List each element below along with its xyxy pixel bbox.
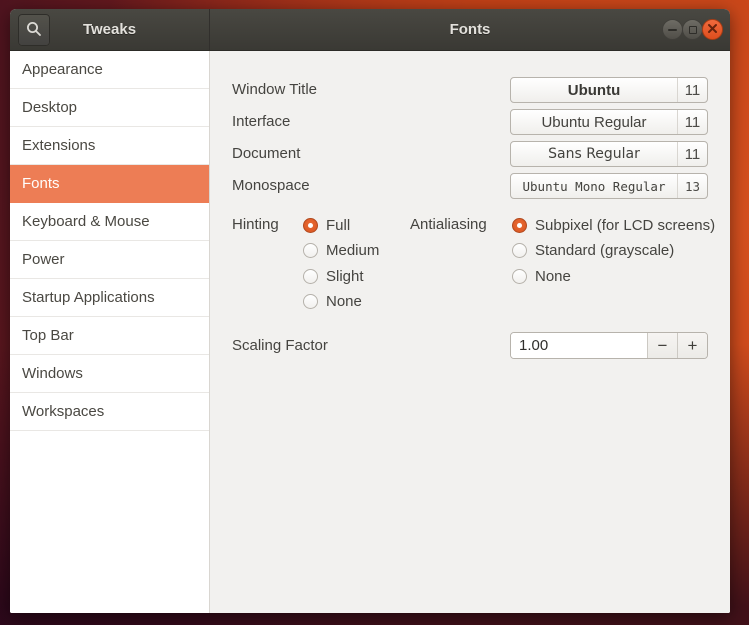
hinting-label: Hinting xyxy=(232,216,279,234)
scaling-factor-input[interactable] xyxy=(511,333,647,358)
font-size: 11 xyxy=(677,110,707,134)
decrease-button[interactable]: − xyxy=(647,333,677,358)
window-title-label: Window Title xyxy=(232,77,317,103)
radio-icon xyxy=(303,218,318,233)
radio-label: Full xyxy=(326,217,350,234)
antialiasing-radio-standard[interactable]: Standard (grayscale) xyxy=(512,241,674,259)
sidebar-item-startup-applications[interactable]: Startup Applications xyxy=(10,279,209,317)
radio-icon xyxy=(512,269,527,284)
document-font-button[interactable]: Sans Regular 11 xyxy=(510,141,708,167)
sidebar-item-appearance[interactable]: Appearance xyxy=(10,51,209,89)
antialiasing-radio-none[interactable]: None xyxy=(512,267,571,285)
font-name: Sans Regular xyxy=(511,142,677,166)
radio-icon xyxy=(512,243,527,258)
tweaks-window: Tweaks Fonts xyxy=(10,9,730,613)
radio-icon xyxy=(303,294,318,309)
antialiasing-radio-subpixel[interactable]: Subpixel (for LCD screens) xyxy=(512,216,715,234)
radio-icon xyxy=(303,243,318,258)
window-body: Appearance Desktop Extensions Fonts Keyb… xyxy=(10,51,730,613)
sidebar-item-power[interactable]: Power xyxy=(10,241,209,279)
radio-label: None xyxy=(535,268,571,285)
sidebar-item-fonts[interactable]: Fonts xyxy=(10,165,209,203)
hinting-radio-full[interactable]: Full xyxy=(303,216,350,234)
radio-label: Subpixel (for LCD screens) xyxy=(535,217,715,234)
sidebar-item-keyboard-mouse[interactable]: Keyboard & Mouse xyxy=(10,203,209,241)
minimize-icon xyxy=(668,29,677,31)
radio-label: Medium xyxy=(326,242,379,259)
monospace-label: Monospace xyxy=(232,173,310,199)
radio-label: Standard (grayscale) xyxy=(535,242,674,259)
app-title: Tweaks xyxy=(83,21,136,38)
maximize-icon xyxy=(689,26,697,34)
font-size: 13 xyxy=(677,174,707,198)
search-icon xyxy=(25,20,43,41)
hinting-radio-none[interactable]: None xyxy=(303,292,362,310)
search-button[interactable] xyxy=(18,14,50,46)
radio-label: Slight xyxy=(326,268,364,285)
interface-label: Interface xyxy=(232,109,290,135)
sidebar-item-desktop[interactable]: Desktop xyxy=(10,89,209,127)
radio-label: None xyxy=(326,293,362,310)
font-name: Ubuntu Regular xyxy=(511,110,677,134)
maximize-button[interactable] xyxy=(682,19,703,40)
scaling-factor-label: Scaling Factor xyxy=(232,337,328,355)
hinting-radio-slight[interactable]: Slight xyxy=(303,267,364,285)
scaling-factor-spinbox: − + xyxy=(510,332,708,359)
document-label: Document xyxy=(232,141,300,167)
window-controls xyxy=(663,19,723,40)
increase-button[interactable]: + xyxy=(677,333,707,358)
font-size: 11 xyxy=(677,142,707,166)
sidebar-item-extensions[interactable]: Extensions xyxy=(10,127,209,165)
close-button[interactable] xyxy=(702,19,723,40)
titlebar-sidebar-section: Tweaks xyxy=(10,9,210,50)
sidebar-item-windows[interactable]: Windows xyxy=(10,355,209,393)
desktop-wallpaper: Tweaks Fonts xyxy=(0,0,749,625)
page-title: Fonts xyxy=(450,21,491,38)
sidebar-item-workspaces[interactable]: Workspaces xyxy=(10,393,209,431)
sidebar-item-top-bar[interactable]: Top Bar xyxy=(10,317,209,355)
font-size: 11 xyxy=(677,78,707,102)
window-title-font-button[interactable]: Ubuntu 11 xyxy=(510,77,708,103)
interface-font-button[interactable]: Ubuntu Regular 11 xyxy=(510,109,708,135)
radio-icon xyxy=(303,269,318,284)
monospace-font-button[interactable]: Ubuntu Mono Regular 13 xyxy=(510,173,708,199)
sidebar: Appearance Desktop Extensions Fonts Keyb… xyxy=(10,51,210,613)
close-icon xyxy=(707,22,718,37)
hinting-radio-medium[interactable]: Medium xyxy=(303,241,379,259)
antialiasing-label: Antialiasing xyxy=(410,216,487,234)
fonts-panel: Window Title Ubuntu 11 Interface Ubuntu … xyxy=(210,51,730,613)
minimize-button[interactable] xyxy=(662,19,683,40)
radio-icon xyxy=(512,218,527,233)
font-name: Ubuntu xyxy=(511,78,677,102)
titlebar-content-section: Fonts xyxy=(210,9,730,50)
font-name: Ubuntu Mono Regular xyxy=(511,174,677,198)
titlebar[interactable]: Tweaks Fonts xyxy=(10,9,730,51)
